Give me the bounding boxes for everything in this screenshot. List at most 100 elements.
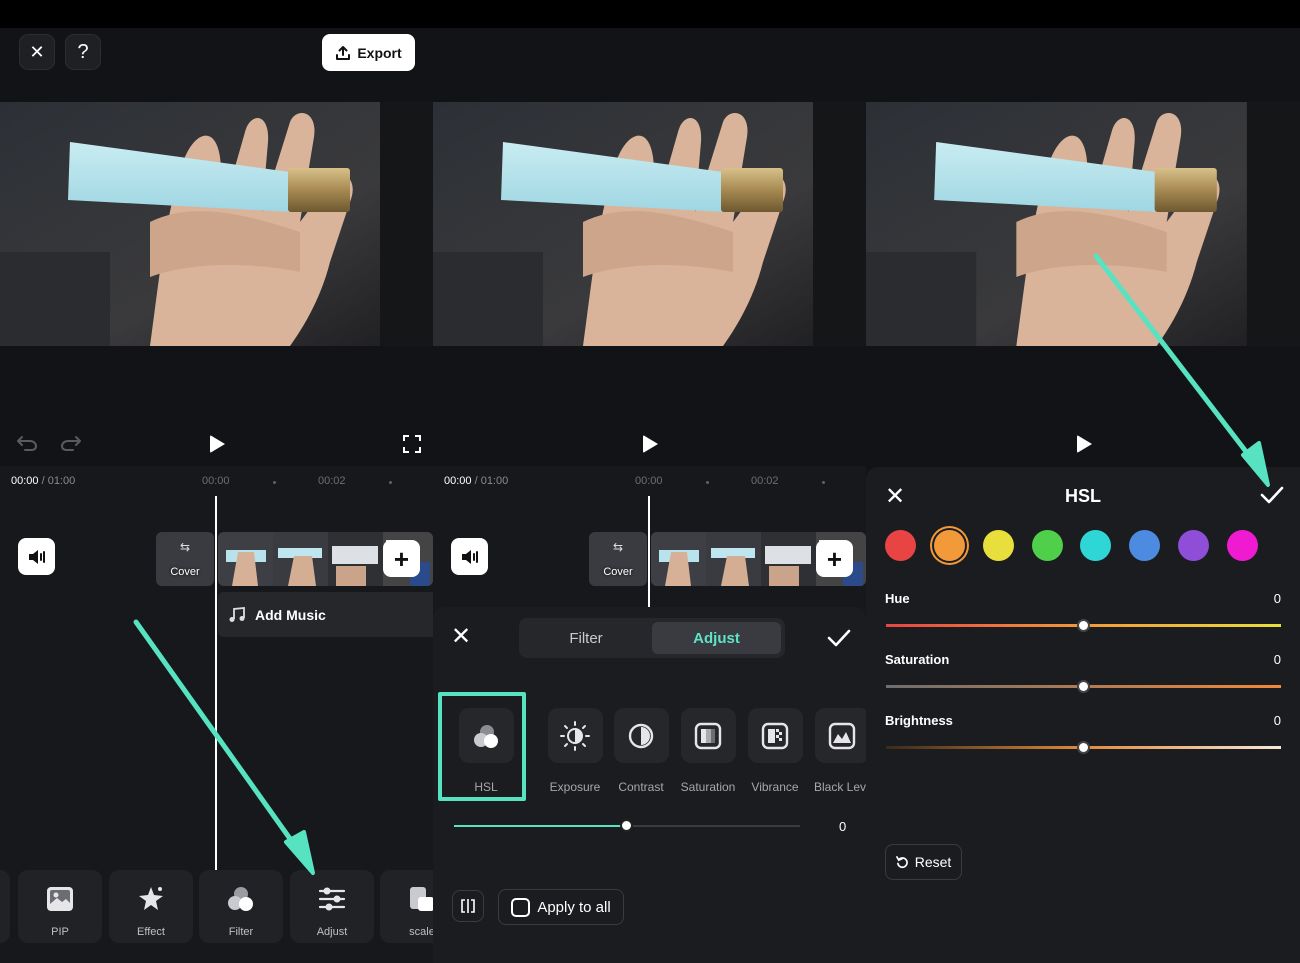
plus-icon: +: [393, 543, 410, 574]
confirm-check-icon[interactable]: [1260, 485, 1284, 505]
apply-to-all-button[interactable]: Apply to all: [498, 889, 624, 925]
tool-effect[interactable]: Effect: [109, 870, 193, 943]
play-icon[interactable]: [643, 435, 658, 453]
color-swatch[interactable]: [982, 530, 1014, 561]
color-swatch[interactable]: [1031, 530, 1063, 561]
color-swatch[interactable]: [1129, 530, 1161, 561]
status-bar: [433, 0, 866, 28]
hue-slider-knob[interactable]: [1076, 619, 1090, 632]
play-icon[interactable]: [210, 435, 225, 453]
tab-adjust[interactable]: Adjust: [652, 622, 781, 654]
reset-icon: [895, 855, 908, 868]
video-frame-image: [0, 102, 433, 346]
adjust-sheet: ✕ Filter Adjust HSL Exposure Contrast Sa…: [433, 607, 866, 963]
color-swatch[interactable]: [1178, 530, 1210, 561]
color-swatch[interactable]: [885, 530, 916, 561]
ruler-tick-2: 00:02: [318, 475, 346, 487]
filter-adjust-tabs: Filter Adjust: [519, 618, 785, 658]
reset-button[interactable]: Reset: [885, 844, 962, 880]
adjust-tool-saturation[interactable]: Saturation: [680, 708, 736, 794]
tool-scale[interactable]: scale: [380, 870, 433, 943]
play-icon[interactable]: [1077, 435, 1092, 453]
music-note-icon: [229, 606, 245, 622]
adjust-tool-vibrance[interactable]: Vibrance: [747, 708, 803, 794]
saturation-slider-knob[interactable]: [1076, 680, 1090, 693]
checkbox-icon: [511, 897, 531, 917]
tool-label: Exposure: [549, 780, 601, 794]
cover-label: Cover: [170, 566, 200, 578]
time-readout: 00:00 / 01:00: [444, 475, 509, 487]
hsl-title: HSL: [1065, 486, 1101, 506]
export-button[interactable]: Export: [322, 34, 415, 71]
help-icon: ?: [77, 40, 89, 63]
playback-controls: [0, 346, 433, 466]
add-music-label: Add Music: [255, 606, 326, 623]
tool-pip[interactable]: PIP: [18, 870, 102, 943]
playhead[interactable]: [215, 496, 217, 870]
tool-label: scale: [409, 926, 433, 938]
bottom-toolbar: PIP Effect Filter Adjust scale: [0, 870, 433, 945]
ruler-dot: [389, 481, 392, 484]
confirm-check-icon[interactable]: [827, 628, 851, 648]
color-swatch[interactable]: [933, 530, 965, 561]
tool-prev[interactable]: [0, 870, 10, 943]
add-clip-button[interactable]: +: [816, 540, 853, 577]
video-preview[interactable]: [0, 102, 433, 346]
add-clip-button[interactable]: +: [383, 540, 420, 577]
hsl-sheet: ✕ HSL Hue 0 Saturation 0 Brightness 0 Re…: [866, 467, 1300, 963]
redo-icon[interactable]: [60, 434, 82, 452]
undo-icon[interactable]: [16, 434, 38, 452]
tool-label: Contrast: [618, 780, 664, 794]
tool-label: Effect: [137, 926, 165, 938]
tool-filter[interactable]: Filter: [199, 870, 283, 943]
close-button[interactable]: ✕: [19, 34, 55, 70]
color-swatch[interactable]: [1080, 530, 1112, 561]
color-swatch[interactable]: [1227, 530, 1258, 561]
tab-filter[interactable]: Filter: [523, 622, 649, 654]
tool-adjust[interactable]: Adjust: [290, 870, 374, 943]
video-preview[interactable]: [433, 102, 866, 346]
split-compare-button[interactable]: [452, 890, 484, 922]
mute-button[interactable]: [18, 538, 55, 575]
playhead[interactable]: [648, 496, 650, 607]
mute-button[interactable]: [451, 538, 488, 575]
ruler-tick-0: 00:00: [635, 475, 663, 487]
brightness-label: Brightness: [885, 713, 953, 728]
adjust-tool-exposure[interactable]: Exposure: [547, 708, 603, 794]
saturation-label: Saturation: [885, 652, 950, 667]
help-button[interactable]: ?: [65, 34, 101, 70]
hue-value: 0: [1273, 591, 1281, 606]
video-frame-image: [866, 102, 1300, 346]
effect-icon: [139, 887, 163, 910]
ruler-dot: [706, 481, 709, 484]
hsl-highlight-box: [438, 692, 526, 801]
adjust-tool-black-level[interactable]: Black Level: [814, 708, 866, 794]
hue-label: Hue: [885, 591, 910, 606]
apply-to-all-label: Apply to all: [537, 898, 611, 916]
close-icon[interactable]: ✕: [451, 625, 471, 649]
swap-icon: ⇆: [179, 540, 191, 554]
tool-label: PIP: [51, 926, 69, 938]
adjust-tool-contrast[interactable]: Contrast: [613, 708, 669, 794]
slider-knob[interactable]: [620, 819, 633, 832]
adjust-panel-view: 00:00 / 01:00 00:00 00:02 ⇆ Cover + ✕ Fi…: [433, 0, 866, 963]
ruler-tick-0: 00:00: [202, 475, 230, 487]
plus-icon: +: [826, 543, 843, 574]
editor-panel: ✕ ? Export 00:00 / 01:00 00:00 00:02 ⇆ C…: [0, 0, 433, 963]
add-music-track[interactable]: Add Music: [218, 592, 433, 637]
cover-thumbnail[interactable]: ⇆ Cover: [589, 532, 647, 586]
tool-label: Adjust: [316, 926, 348, 938]
playback-controls: [866, 346, 1300, 466]
scale-icon: [410, 887, 433, 911]
swap-icon: ⇆: [612, 540, 624, 554]
brightness-slider-knob[interactable]: [1076, 741, 1090, 754]
status-bar: [0, 0, 433, 28]
video-frame-image: [433, 102, 866, 346]
brightness-value: 0: [1273, 713, 1281, 728]
video-preview[interactable]: [866, 102, 1300, 346]
fullscreen-icon[interactable]: [403, 435, 421, 453]
cover-label: Cover: [603, 566, 633, 578]
tool-label: Saturation: [680, 780, 736, 794]
editor-header: [433, 28, 866, 102]
cover-thumbnail[interactable]: ⇆ Cover: [156, 532, 214, 586]
